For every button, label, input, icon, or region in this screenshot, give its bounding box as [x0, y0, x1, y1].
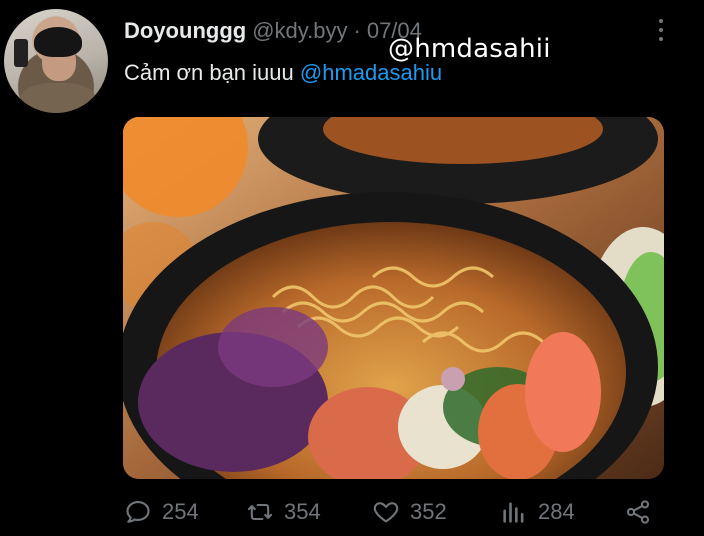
- avatar[interactable]: [4, 9, 108, 113]
- tweet-text: Cảm ơn bạn iuuu @hmadasahiu: [124, 60, 442, 86]
- retweet-button[interactable]: 354: [246, 495, 321, 529]
- views-chart-icon: [503, 502, 524, 523]
- reply-icon: [126, 501, 150, 523]
- separator-dot: ·: [353, 18, 361, 43]
- tweet-header: Doyounggg @kdy.byy · 07/04: [124, 18, 422, 48]
- retweet-icon: [247, 503, 273, 521]
- ramen-photo-icon: [123, 117, 664, 479]
- tweet-media-image[interactable]: [123, 117, 664, 479]
- more-options-icon[interactable]: [650, 14, 672, 46]
- tweet-text-body: Cảm ơn bạn iuuu: [124, 60, 300, 85]
- user-handle[interactable]: @kdy.byy: [252, 18, 347, 44]
- like-count: 352: [410, 499, 447, 524]
- share-button[interactable]: [624, 495, 652, 529]
- avatar-phone: [14, 39, 28, 67]
- retweet-count: 354: [284, 499, 321, 524]
- heart-icon: [373, 502, 399, 523]
- views-button[interactable]: 284: [500, 495, 575, 529]
- avatar-hair: [34, 27, 82, 57]
- tweet: Doyounggg @kdy.byy · 07/04 @hmdasahii Cả…: [0, 0, 704, 536]
- share-icon: [626, 500, 650, 524]
- like-button[interactable]: 352: [372, 495, 447, 529]
- more-dot: [659, 28, 663, 32]
- mention-link[interactable]: @hmadasahiu: [300, 60, 442, 85]
- reply-count: 254: [162, 499, 199, 524]
- display-name[interactable]: Doyounggg: [124, 18, 246, 44]
- action-bar: 254 354 352 284: [124, 495, 664, 529]
- more-dot: [659, 37, 663, 41]
- views-count: 284: [538, 499, 575, 524]
- avatar-body: [20, 83, 96, 113]
- more-dot: [659, 19, 663, 23]
- reply-button[interactable]: 254: [124, 495, 199, 529]
